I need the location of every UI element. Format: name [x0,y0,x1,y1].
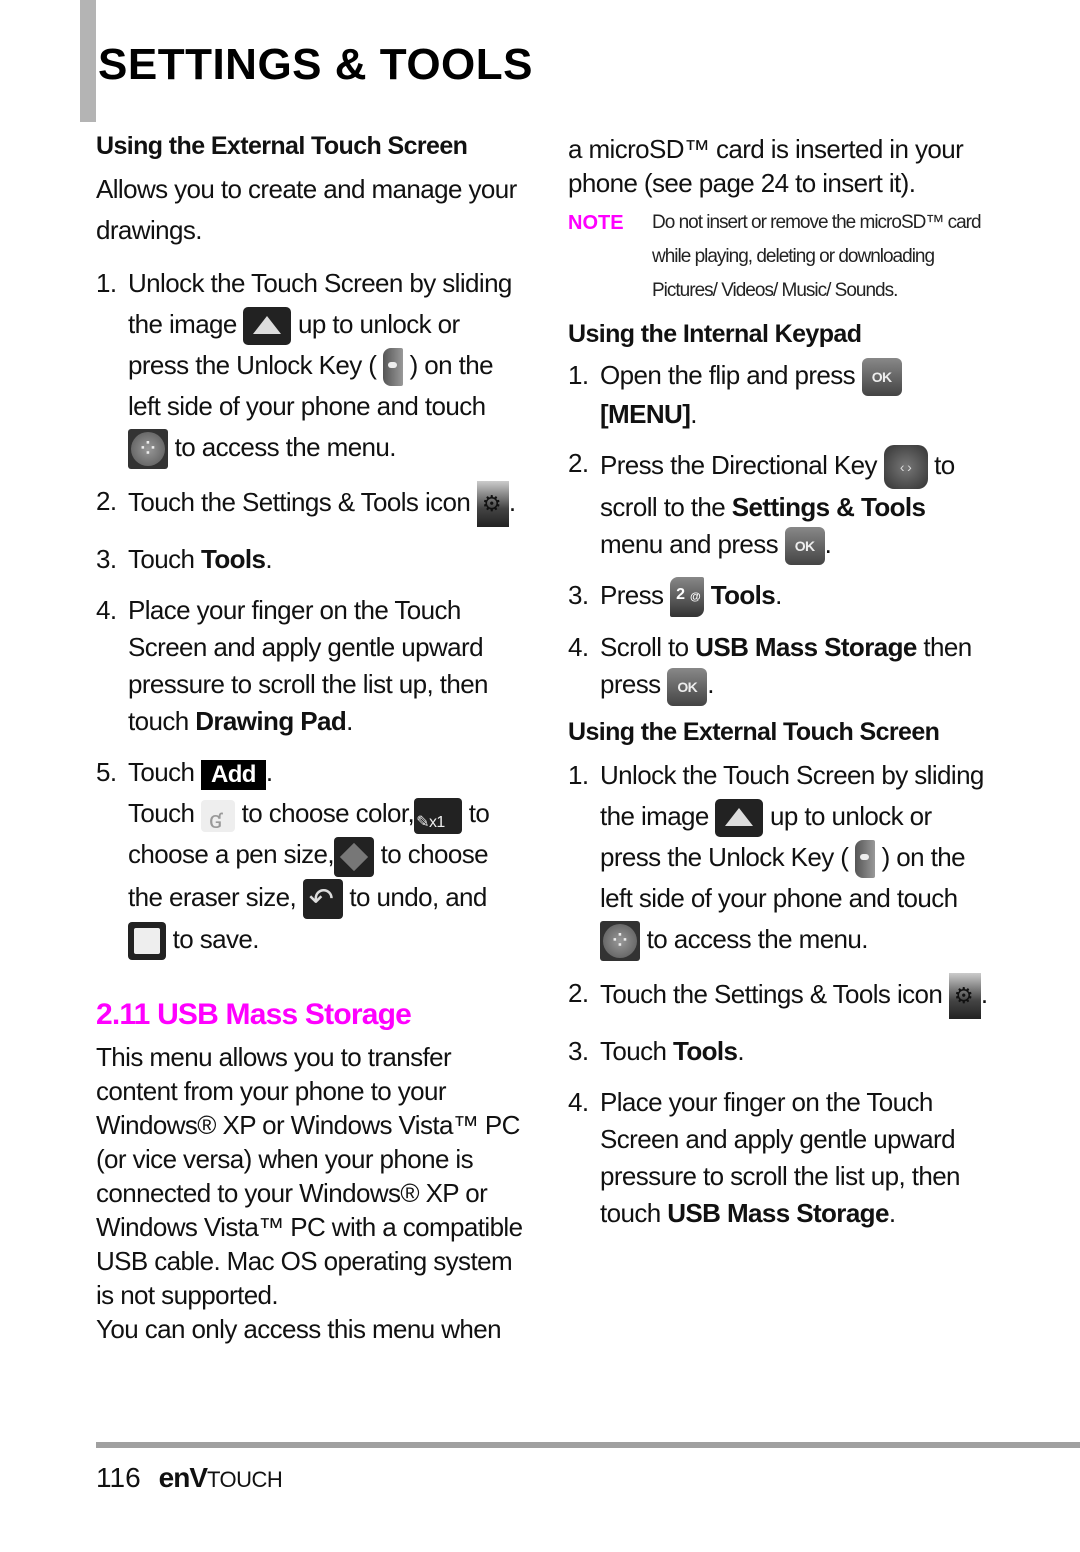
subheading-internal-keypad: Using the Internal Keypad [568,320,862,348]
list-item: 4. Place your finger on the Touch Screen… [568,1086,961,1228]
menu-icon [128,429,168,470]
list-item: 1. Unlock the Touch Screen by sliding th… [96,263,526,470]
footer: 116 enVTOUCH [96,1462,283,1494]
chapter-tab-bar [80,0,96,122]
subheading-external-touch-2: Using the External Touch Screen [568,717,940,746]
left-steps-list: 1. Unlock the Touch Screen by sliding th… [96,263,526,960]
ok-key-icon: OK [861,358,902,397]
list-item: 3. Touch Tools. [96,544,273,575]
list-item: 5. Touch Add. Touch to choose color, to … [96,752,526,960]
section-body-continued: You can only access this menu when [96,1313,502,1344]
list-item: 4. Scroll to USB Mass Storage then press… [568,629,988,706]
undo-icon [302,878,343,920]
left-column: Using the External Touch Screen Allows y… [96,132,526,1346]
brand-logo: enVTOUCH [158,1462,283,1493]
save-icon [128,921,166,960]
list-item: 2. Touch the Settings & Tools icon . [568,972,988,1019]
touch-steps-list: 1. Unlock the Touch Screen by sliding th… [568,755,988,1232]
menu-icon [600,920,640,961]
pen-size-icon [414,797,463,843]
list-item: 2. Press the Directional Key ‹ › to scro… [568,445,988,566]
right-column: a microSD™ card is inserted in your phon… [568,132,988,1244]
note-text: Do not insert or remove the microSD™ car… [652,212,982,301]
note-box: NOTE Do not insert or remove the microSD… [568,206,988,308]
settings-tools-icon [948,972,981,1019]
slide-up-icon [243,307,292,346]
ok-key-icon: OK [667,667,708,706]
unlock-key-icon [382,348,403,387]
list-item: 1. Open the flip and press OK [MENU]. [568,357,988,433]
list-item: 3. Touch Tools. [568,1035,745,1066]
section-body: This menu allows you to transfer content… [96,1041,523,1310]
intro-text: Allows you to create and manage your dra… [96,174,517,245]
continued-text: a microSD™ card is inserted in your phon… [568,134,964,198]
page-title: SETTINGS & TOOLS [98,40,534,89]
list-item: 4. Place your finger on the Touch Screen… [96,595,489,737]
ok-key-icon: OK [784,527,825,566]
unlock-key-icon [854,839,875,878]
section-title-usb-mass-storage: 2.11 USB Mass Storage [96,997,412,1031]
footer-divider [96,1442,1080,1448]
subheading-external-touch: Using the External Touch Screen [96,132,468,160]
settings-tools-icon [476,481,509,528]
list-item: 2. Touch the Settings & Tools icon . [96,481,526,528]
keypad-steps-list: 1. Open the flip and press OK [MENU]. 2.… [568,357,988,706]
page-number: 116 [96,1462,141,1493]
color-palette-icon [201,799,236,841]
slide-up-icon [715,798,764,837]
add-button: Add [201,759,266,790]
list-item: 3. Press 2 @ Tools. [568,577,988,618]
eraser-icon [334,836,375,877]
list-item: 1. Unlock the Touch Screen by sliding th… [568,755,988,961]
directional-key-icon: ‹ › [883,445,928,490]
note-label: NOTE [568,212,624,234]
number-2-key-icon: 2 @ [670,577,705,618]
